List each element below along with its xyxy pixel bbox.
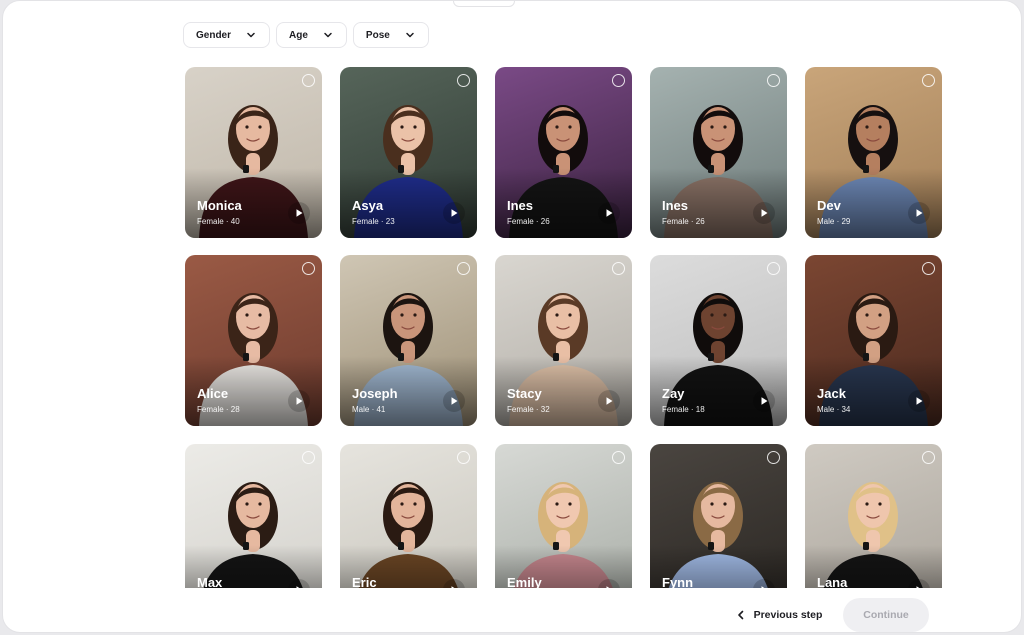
play-icon xyxy=(761,209,768,217)
avatar-card[interactable]: Lana xyxy=(805,444,942,588)
avatar-meta: Female · 26 xyxy=(662,217,705,226)
footer-actions: Previous step Continue xyxy=(723,598,929,632)
previous-step-label: Previous step xyxy=(753,609,823,621)
play-button[interactable] xyxy=(908,390,930,412)
avatar-meta: Female · 32 xyxy=(507,405,550,414)
select-radio[interactable] xyxy=(767,451,780,464)
avatar-name: Jack xyxy=(817,386,846,401)
avatar-card[interactable]: Jack Male · 34 xyxy=(805,255,942,426)
select-radio[interactable] xyxy=(612,262,625,275)
chevron-down-icon xyxy=(247,32,255,38)
avatar-card[interactable]: Asya Female · 23 xyxy=(340,67,477,238)
filter-age[interactable]: Age xyxy=(276,22,347,48)
avatar-grid: Monica Female · 40 Asya Female · 23 Ines Fema… xyxy=(183,66,943,588)
avatar-meta: Male · 29 xyxy=(817,217,851,226)
play-icon xyxy=(916,586,920,588)
avatar-name: Alice xyxy=(197,386,229,401)
play-button[interactable] xyxy=(908,202,930,224)
filter-label: Gender xyxy=(196,29,232,41)
chevron-left-icon xyxy=(737,610,743,620)
avatar-name: Fynn xyxy=(662,575,694,588)
avatar-card[interactable]: Alice Female · 28 xyxy=(185,255,322,426)
play-button[interactable] xyxy=(443,202,465,224)
play-icon xyxy=(296,209,303,217)
avatar-card[interactable]: Fynn xyxy=(650,444,787,588)
play-icon xyxy=(916,397,923,405)
chevron-down-icon xyxy=(324,32,332,38)
play-button[interactable] xyxy=(443,390,465,412)
top-notch xyxy=(453,1,515,7)
avatar-name: Emily xyxy=(507,575,542,588)
avatar-meta: Female · 40 xyxy=(197,217,240,226)
play-button[interactable] xyxy=(753,390,775,412)
avatar-card[interactable]: Emily xyxy=(495,444,632,588)
play-button[interactable] xyxy=(598,390,620,412)
avatar-meta: Male · 34 xyxy=(817,405,851,414)
previous-step-button[interactable]: Previous step xyxy=(723,598,835,632)
select-radio[interactable] xyxy=(922,262,935,275)
select-radio[interactable] xyxy=(922,451,935,464)
avatar-name: Joseph xyxy=(352,386,398,401)
play-icon xyxy=(451,397,458,405)
select-radio[interactable] xyxy=(767,74,780,87)
avatar-name: Zay xyxy=(662,386,685,401)
avatar-card[interactable]: Zay Female · 18 xyxy=(650,255,787,426)
avatar-card[interactable]: Ines Female · 26 xyxy=(495,67,632,238)
play-icon xyxy=(296,397,303,405)
play-icon xyxy=(606,586,610,588)
filter-pose[interactable]: Pose xyxy=(352,22,429,48)
avatar-card[interactable]: Eric xyxy=(340,444,477,588)
chevron-down-icon xyxy=(406,32,414,38)
select-radio[interactable] xyxy=(302,451,315,464)
select-radio[interactable] xyxy=(767,262,780,275)
avatar-name: Dev xyxy=(817,198,841,213)
play-icon xyxy=(451,209,458,217)
avatar-meta: Female · 23 xyxy=(352,217,395,226)
filter-label: Age xyxy=(289,29,308,41)
avatar-name: Ines xyxy=(662,198,689,213)
play-icon xyxy=(916,209,923,217)
play-icon xyxy=(761,586,765,588)
avatar-meta: Male · 41 xyxy=(352,405,386,414)
play-icon xyxy=(761,397,768,405)
play-icon xyxy=(606,397,613,405)
continue-button[interactable]: Continue xyxy=(843,598,929,632)
avatar-card[interactable]: Ines Female · 26 xyxy=(650,67,787,238)
avatar-card[interactable]: Max xyxy=(185,444,322,588)
avatar-name: Monica xyxy=(197,198,242,213)
play-button[interactable] xyxy=(753,202,775,224)
filter-label: Pose xyxy=(365,29,390,41)
avatar-card[interactable]: Stacy Female · 32 xyxy=(495,255,632,426)
play-button[interactable] xyxy=(288,202,310,224)
avatar-name: Eric xyxy=(352,575,377,588)
play-button[interactable] xyxy=(598,202,620,224)
select-radio[interactable] xyxy=(612,451,625,464)
app-frame: Gender Age Pose Monica Female · 40 Asya Femal… xyxy=(2,0,1022,633)
avatar-meta: Female · 18 xyxy=(662,405,705,414)
avatar-card[interactable]: Joseph Male · 41 xyxy=(340,255,477,426)
select-radio[interactable] xyxy=(457,451,470,464)
select-radio[interactable] xyxy=(612,74,625,87)
play-icon xyxy=(451,586,455,588)
filter-bar: Gender Age Pose xyxy=(183,22,429,48)
play-icon xyxy=(606,209,613,217)
select-radio[interactable] xyxy=(302,262,315,275)
avatar-name: Asya xyxy=(352,198,384,213)
select-radio[interactable] xyxy=(457,74,470,87)
select-radio[interactable] xyxy=(457,262,470,275)
avatar-card[interactable]: Monica Female · 40 xyxy=(185,67,322,238)
select-radio[interactable] xyxy=(302,74,315,87)
select-radio[interactable] xyxy=(922,74,935,87)
avatar-meta: Female · 28 xyxy=(197,405,240,414)
avatar-name: Stacy xyxy=(507,386,542,401)
avatar-name: Ines xyxy=(507,198,534,213)
avatar-card[interactable]: Dev Male · 29 xyxy=(805,67,942,238)
avatar-meta: Female · 26 xyxy=(507,217,550,226)
avatar-name: Max xyxy=(197,575,223,588)
filter-gender[interactable]: Gender xyxy=(183,22,271,48)
play-icon xyxy=(296,586,300,588)
avatar-name: Lana xyxy=(817,575,848,588)
play-button[interactable] xyxy=(288,390,310,412)
